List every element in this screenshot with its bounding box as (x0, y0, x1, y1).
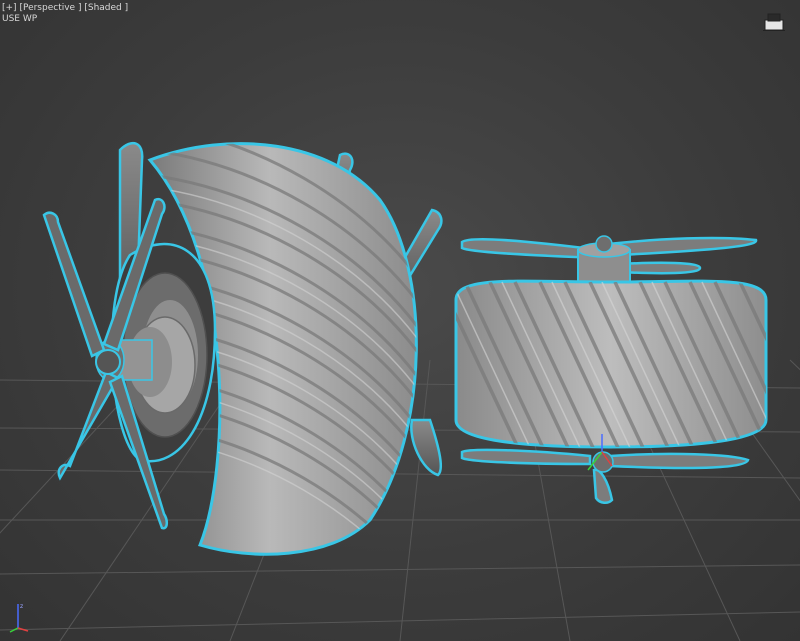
viewport-label-menu[interactable]: [+] [Perspective ] [Shaded ] (2, 3, 128, 14)
3d-viewport[interactable]: [+] [Perspective ] [Shaded ] USE WP z (0, 0, 800, 641)
wheel-propeller-right[interactable] (440, 235, 800, 504)
viewport-general-menu[interactable]: [+] (2, 3, 17, 13)
viewport-view-menu[interactable]: [Perspective ] (19, 3, 81, 13)
scene-render (0, 125, 800, 641)
home-icon[interactable] (762, 10, 786, 32)
axis-tripod-icon: z (9, 603, 29, 633)
svg-text:z: z (20, 603, 23, 610)
viewport-shading-menu[interactable]: [Shaded ] (84, 3, 128, 13)
wheel-propeller-left[interactable] (42, 125, 443, 592)
workplane-label: USE WP (2, 14, 38, 24)
